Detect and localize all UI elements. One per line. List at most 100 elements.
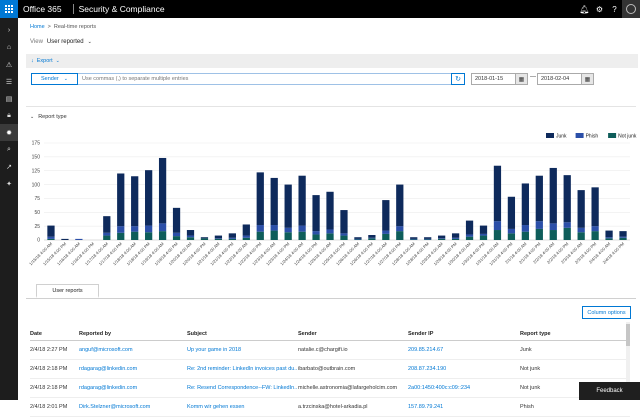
bar-segment-not-junk	[47, 238, 55, 240]
bar-segment-phish	[605, 237, 613, 239]
bar-segment-phish	[368, 237, 376, 239]
column-header[interactable]: Sender	[298, 327, 408, 340]
bar-segment-phish	[47, 236, 55, 239]
classifications-icon[interactable]: ▤	[0, 90, 18, 107]
date-cell: 2/4/18 2:18 PM	[30, 385, 68, 391]
chevron-right-icon[interactable]: ›	[0, 22, 18, 39]
bar-segment-not-junk	[535, 228, 543, 240]
home-icon[interactable]: ⌂	[0, 39, 18, 56]
bar-segment-not-junk	[382, 233, 390, 240]
legend-label: Phish	[586, 134, 599, 140]
data-loss-icon[interactable]: 🔒︎	[0, 107, 18, 124]
bar-segment-junk	[298, 175, 306, 226]
legend-label: Not junk	[618, 134, 637, 140]
bar-segment-junk	[451, 233, 460, 238]
table-row[interactable]: 2/4/18 2:18 PM rdagarag@linkedin.com Re:…	[30, 379, 630, 398]
help-icon[interactable]: ?	[607, 0, 622, 18]
column-header[interactable]: Subject	[187, 327, 297, 340]
sender-cell: ibarbato@outbrain.com	[298, 366, 356, 372]
sender-ip-link[interactable]: 208.87.234.190	[408, 360, 520, 378]
calendar-icon[interactable]: ▦	[516, 73, 528, 85]
bar-segment-not-junk	[465, 236, 474, 240]
threat-management-icon[interactable]: ✹	[0, 124, 18, 141]
y-tick-label: 175	[32, 141, 41, 147]
export-button[interactable]: Export	[37, 58, 53, 64]
download-icon[interactable]: ↓	[31, 58, 34, 64]
chevron-down-icon[interactable]: ⌄	[56, 58, 60, 64]
permissions-icon[interactable]: ☰	[0, 73, 18, 90]
sender-ip-link[interactable]: 157.89.79.241	[408, 398, 520, 416]
bar-segment-junk	[61, 238, 69, 240]
view-dropdown[interactable]: User reported	[47, 39, 84, 45]
bell-icon[interactable]: 🔔︎	[577, 0, 592, 18]
service-assurance-icon[interactable]: ✦	[0, 175, 18, 192]
bar-segment-not-junk	[312, 234, 320, 240]
bar-segment-not-junk	[521, 231, 529, 240]
gear-icon[interactable]: ⚙	[592, 0, 607, 18]
table-row[interactable]: 2/4/18 2:18 PM rdagarag@linkedin.com Re:…	[30, 360, 630, 379]
bar-segment-phish	[242, 235, 250, 238]
bar-segment-junk	[200, 237, 209, 239]
bar-segment-not-junk	[451, 238, 460, 240]
reports-icon[interactable]: ↗	[0, 158, 18, 175]
sender-ip-link[interactable]: 2a00:1450:400c:c09::234	[408, 379, 520, 397]
avatar[interactable]	[622, 0, 640, 18]
subject-link[interactable]: Re: Resend Correspondence--FW: LinkedIn.…	[187, 379, 297, 397]
calendar-icon[interactable]: ▦	[582, 73, 594, 85]
subject-link[interactable]: Up your game in 2018	[187, 341, 297, 359]
bar-segment-not-junk	[242, 237, 250, 240]
bar-segment-junk	[145, 170, 153, 226]
sender-filter-input[interactable]: Use commas (,) to separate multiple entr…	[78, 73, 463, 85]
refresh-icon[interactable]: ↻	[451, 73, 465, 85]
column-options-button[interactable]: Column options	[582, 306, 631, 319]
bar-segment-phish	[340, 233, 348, 236]
bar-segment-not-junk	[326, 233, 334, 240]
start-date-input[interactable]: 2018-01-15	[471, 73, 516, 85]
bar-segment-junk	[326, 191, 334, 230]
bar-segment-phish	[103, 232, 111, 236]
column-header[interactable]: Sender IP	[408, 327, 520, 340]
table-row[interactable]: 2/4/18 2:27 PM anguf@microsoft.com Up yo…	[30, 341, 630, 360]
report-type-toggle[interactable]: ⌄ Report type	[30, 114, 67, 120]
bar-segment-phish	[549, 223, 557, 231]
table-row[interactable]: 2/4/18 2:01 PM Dirk.Stelzner@microsoft.c…	[30, 398, 630, 417]
reported-by-link[interactable]: anguf@microsoft.com	[79, 341, 183, 359]
sender-ip-link[interactable]: 209.85.214.67	[408, 341, 520, 359]
alerts-icon[interactable]: ⚠	[0, 56, 18, 73]
date-range-separator: —	[530, 74, 536, 80]
breadcrumb-home[interactable]: Home	[30, 24, 45, 30]
bar-segment-junk	[117, 173, 125, 227]
table-scrollbar-thumb[interactable]	[626, 324, 630, 346]
bar-segment-junk	[396, 184, 404, 227]
column-header[interactable]: Reported by	[79, 327, 183, 340]
app-launcher-icon[interactable]	[0, 0, 18, 18]
app-title[interactable]: Security & Compliance	[79, 4, 165, 14]
reported-by-link[interactable]: rdagarag@linkedin.com	[79, 379, 183, 397]
tab-user-reports[interactable]: User reports	[36, 284, 99, 298]
sender-filter-label: Sender	[41, 76, 59, 82]
bar-segment-not-junk	[172, 236, 181, 240]
brand-label[interactable]: Office 365	[18, 4, 68, 14]
search-icon[interactable]: ⌕	[0, 141, 18, 158]
bar-segment-phish	[382, 230, 390, 234]
bar-segment-not-junk	[424, 239, 432, 240]
column-header[interactable]: Report type	[520, 327, 610, 340]
subject-link[interactable]: Komm wir gehen essen	[187, 398, 297, 416]
bar-segment-junk	[284, 184, 292, 228]
view-label: View	[30, 39, 43, 45]
column-header[interactable]: Date	[30, 327, 76, 340]
bar-segment-not-junk	[396, 231, 404, 240]
reported-by-link[interactable]: rdagarag@linkedin.com	[79, 360, 183, 378]
chevron-down-icon[interactable]: ⌄	[88, 39, 92, 45]
legend-swatch	[575, 133, 584, 138]
user-reports-table: Date Reported by Subject Sender Sender I…	[30, 327, 630, 417]
end-date-input[interactable]: 2018-02-04	[537, 73, 582, 85]
bar-segment-junk	[424, 237, 432, 239]
sender-filter-dropdown[interactable]: Sender ⌄	[31, 73, 78, 85]
subject-link[interactable]: Re: 2nd reminder: LinkedIn invoices past…	[187, 360, 297, 378]
feedback-button[interactable]: Feedback	[579, 382, 640, 400]
bar-segment-junk	[382, 200, 390, 231]
bar-segment-phish	[326, 229, 334, 234]
reported-by-link[interactable]: Dirk.Stelzner@microsoft.com	[79, 398, 183, 416]
bar-segment-not-junk	[270, 230, 278, 240]
